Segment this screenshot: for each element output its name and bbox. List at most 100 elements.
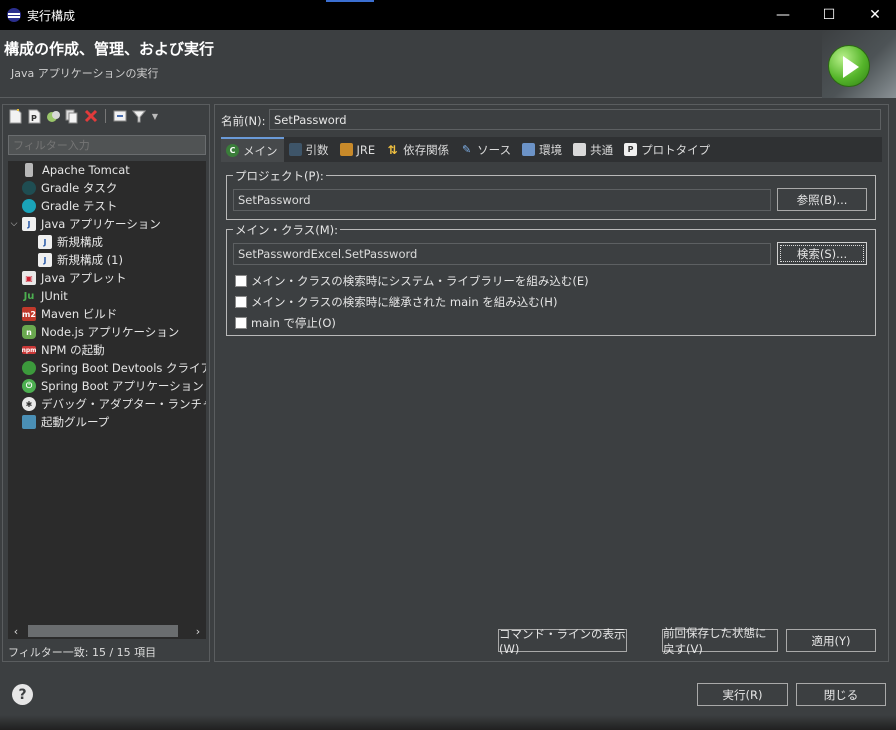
tab-common[interactable]: 共通 — [568, 137, 619, 162]
config-tabs: C メイン 引数 JRE ⇅ 依存関係 ✎ ソース 環境 共通 P プロトタイプ — [221, 137, 882, 162]
close-dialog-button[interactable]: 閉じる — [796, 683, 886, 706]
tab-label: 共通 — [590, 142, 614, 157]
tree-item-label: NPM の起動 — [41, 343, 105, 357]
project-group: プロジェクト(P): 参照(B)... — [226, 168, 876, 220]
include-inherited-mains-checkbox[interactable]: メイン・クラスの検索時に継承された main を組み込む(H) — [235, 294, 557, 310]
tree-item-label: Node.js アプリケーション — [41, 325, 180, 339]
scrollbar-thumb[interactable] — [28, 625, 178, 637]
maven-icon: m2 — [22, 307, 36, 321]
run-banner — [822, 30, 896, 98]
main-class-legend: メイン・クラス(M): — [233, 222, 341, 238]
tab-dependencies[interactable]: ⇅ 依存関係 — [381, 137, 455, 162]
tree-item-label: Gradle タスク — [41, 181, 118, 195]
gradle-test-icon — [22, 199, 36, 213]
source-tab-icon: ✎ — [462, 143, 472, 156]
maximize-button[interactable]: ☐ — [806, 0, 852, 30]
tree-item-label: Java アプリケーション — [41, 217, 161, 231]
help-icon[interactable]: ? — [12, 684, 33, 705]
junit-icon: Ju — [23, 290, 35, 302]
minimize-button[interactable]: — — [760, 0, 806, 30]
tree-item-java-applet[interactable]: ▣ Java アプレット — [8, 269, 206, 287]
include-system-libraries-checkbox[interactable]: メイン・クラスの検索時にシステム・ライブラリーを組み込む(E) — [235, 273, 589, 289]
new-config-icon[interactable] — [7, 108, 23, 124]
tree-item-junit[interactable]: Ju JUnit — [8, 287, 206, 305]
name-input[interactable] — [269, 109, 881, 130]
tab-label: JRE — [356, 142, 376, 157]
spring-boot-icon: ⏻ — [22, 379, 36, 393]
project-input[interactable] — [233, 189, 771, 211]
collapse-all-icon[interactable] — [112, 108, 128, 124]
tree-item-launch-group[interactable]: 起動グループ — [8, 413, 206, 431]
scroll-right-icon[interactable]: › — [190, 625, 206, 638]
tree-item-java-application[interactable]: ⌵ J Java アプリケーション — [8, 215, 206, 233]
arguments-tab-icon — [288, 143, 302, 156]
stop-in-main-checkbox[interactable]: main で停止(O) — [235, 315, 336, 331]
duplicate-icon[interactable] — [64, 108, 80, 124]
launch-group-icon — [22, 415, 36, 429]
tab-label: 環境 — [539, 142, 563, 157]
tree-item-label: 新規構成 (1) — [57, 253, 123, 267]
run-button[interactable]: 実行(R) — [697, 683, 788, 706]
dependencies-tab-icon: ⇅ — [387, 142, 398, 157]
tree-item-maven-build[interactable]: m2 Maven ビルド — [8, 305, 206, 323]
main-class-group: メイン・クラス(M): 検索(S)... メイン・クラスの検索時にシステム・ライ… — [226, 222, 876, 336]
tab-source[interactable]: ✎ ソース — [455, 137, 517, 162]
java-config-icon: J — [38, 253, 52, 267]
show-command-line-button[interactable]: コマンド・ラインの表示(W) — [498, 627, 627, 656]
tab-main[interactable]: C メイン — [221, 137, 284, 162]
tab-environment[interactable]: 環境 — [517, 137, 568, 162]
tree-item-label: Maven ビルド — [41, 307, 118, 321]
main-class-input[interactable] — [233, 243, 771, 265]
scroll-left-icon[interactable]: ‹ — [8, 625, 24, 638]
filter-icon[interactable] — [131, 108, 147, 124]
new-prototype-icon[interactable]: P — [26, 108, 42, 124]
tree-item-gradle-task[interactable]: Gradle タスク — [8, 179, 206, 197]
revert-button[interactable]: 前回保存した状態に戻す(V) — [662, 626, 778, 656]
checkbox-box[interactable] — [235, 275, 247, 287]
tree-item-new-config-1[interactable]: J 新規構成 (1) — [8, 251, 206, 269]
tree-item-spring-devtools[interactable]: Spring Boot Devtools クライアント — [8, 359, 206, 377]
apply-button[interactable]: 適用(Y) — [786, 629, 876, 652]
common-tab-icon — [573, 143, 587, 156]
dialog-header: 構成の作成、管理、および実行 Java アプリケーションの実行 — [0, 30, 896, 98]
close-button[interactable]: ✕ — [852, 0, 896, 30]
browse-button[interactable]: 参照(B)... — [777, 188, 867, 211]
main-tab-icon: C — [226, 144, 239, 157]
java-app-icon: J — [22, 217, 36, 231]
spring-devtools-icon — [22, 361, 36, 375]
tree-item-spring-boot-application[interactable]: ⏻ Spring Boot アプリケーション — [8, 377, 206, 395]
tree-item-label: Java アプレット — [41, 271, 127, 285]
tab-label: メイン — [243, 143, 278, 158]
filter-input[interactable] — [8, 135, 206, 155]
npm-icon: npm — [21, 346, 37, 354]
chevron-down-icon[interactable]: ⌵ — [8, 219, 20, 229]
tab-prototype[interactable]: P プロトタイプ — [619, 137, 716, 162]
filter-menu-chevron-icon[interactable]: ▼ — [150, 108, 160, 124]
delete-icon[interactable] — [83, 108, 99, 124]
tree-horizontal-scrollbar[interactable]: ‹ › — [8, 623, 206, 639]
configuration-tree[interactable]: Apache Tomcat Gradle タスク Gradle テスト ⌵ J J… — [8, 161, 206, 623]
filter-status: フィルター一致: 15 / 15 項目 — [8, 646, 157, 659]
export-config-icon[interactable] — [45, 108, 61, 124]
tab-jre[interactable]: JRE — [335, 137, 382, 162]
configuration-editor-panel: 名前(N): C メイン 引数 JRE ⇅ 依存関係 ✎ ソース 環境 共通 — [214, 104, 889, 662]
tab-arguments[interactable]: 引数 — [284, 137, 335, 162]
taskbar-strip — [0, 715, 896, 730]
prototype-tab-icon: P — [624, 143, 638, 156]
nodejs-icon: n — [22, 325, 36, 339]
search-button[interactable]: 検索(S)... — [777, 242, 867, 265]
tree-item-gradle-test[interactable]: Gradle テスト — [8, 197, 206, 215]
tree-item-new-config[interactable]: J 新規構成 — [8, 233, 206, 251]
tab-label: プロトタイプ — [641, 142, 711, 157]
tab-label: 依存関係 — [403, 142, 450, 157]
checkbox-box[interactable] — [235, 317, 247, 329]
tree-item-label: Spring Boot Devtools クライアント — [41, 361, 206, 375]
title-accent — [326, 0, 374, 2]
checkbox-box[interactable] — [235, 296, 247, 308]
tree-item-npm-launch[interactable]: npm NPM の起動 — [8, 341, 206, 359]
title-bar: 実行構成 — ☐ ✕ — [0, 0, 896, 30]
tree-item-nodejs-application[interactable]: n Node.js アプリケーション — [8, 323, 206, 341]
checkbox-label: main で停止(O) — [251, 316, 336, 330]
tree-item-apache-tomcat[interactable]: Apache Tomcat — [8, 161, 206, 179]
tree-item-debug-adapter-launcher[interactable]: ✱ デバッグ・アダプター・ランチャー — [8, 395, 206, 413]
